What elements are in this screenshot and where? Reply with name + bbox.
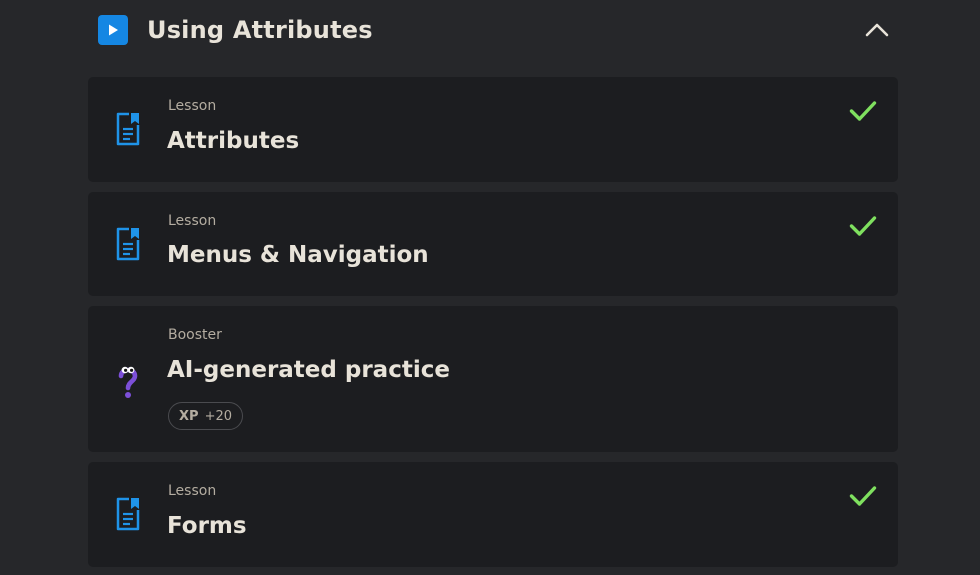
chevron-up-icon[interactable] — [864, 17, 890, 43]
lesson-card-menus-navigation[interactable]: Lesson Menus & Navigation — [88, 192, 898, 296]
question-mascot-icon — [115, 362, 141, 400]
lesson-document-icon — [115, 497, 141, 531]
item-kind-label: Lesson — [168, 213, 217, 229]
play-icon — [98, 15, 128, 45]
check-icon — [849, 486, 877, 506]
course-section: Using Attributes Lesson Attributes Lesso… — [0, 0, 980, 575]
check-icon — [849, 216, 877, 236]
section-header[interactable]: Using Attributes — [98, 10, 898, 50]
lesson-document-icon — [115, 227, 141, 261]
item-kind-label: Lesson — [168, 98, 217, 114]
xp-value: +20 — [204, 408, 232, 424]
item-title: Menus & Navigation — [167, 242, 429, 268]
item-title: Forms — [167, 513, 247, 539]
xp-badge: XP +20 — [168, 402, 243, 430]
lesson-card-forms[interactable]: Lesson Forms — [88, 462, 898, 567]
item-title: Attributes — [167, 128, 300, 154]
lesson-card-attributes[interactable]: Lesson Attributes — [88, 77, 898, 182]
item-title: AI-generated practice — [167, 357, 450, 383]
xp-label: XP — [179, 408, 199, 424]
booster-card-ai-practice[interactable]: Booster AI-generated practice XP +20 — [88, 306, 898, 452]
check-icon — [849, 101, 877, 121]
lesson-document-icon — [115, 112, 141, 146]
item-kind-label: Lesson — [168, 483, 217, 499]
item-kind-label: Booster — [168, 327, 222, 343]
section-title: Using Attributes — [147, 16, 373, 44]
